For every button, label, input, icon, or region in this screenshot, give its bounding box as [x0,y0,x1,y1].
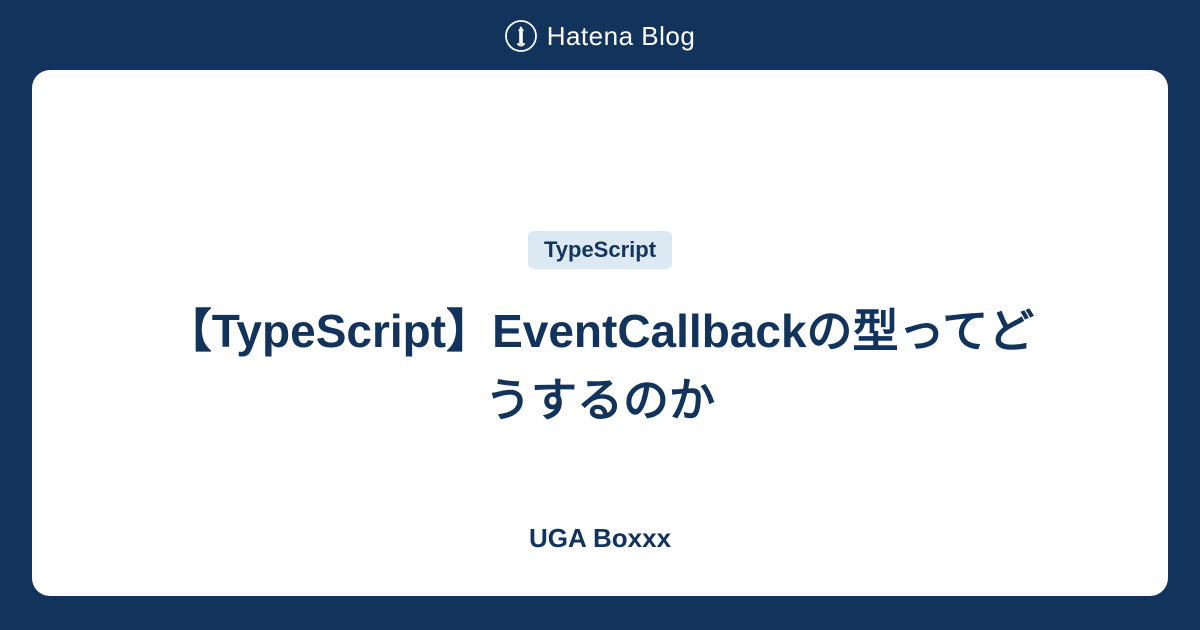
brand-header: Hatena Blog [505,0,696,70]
hatena-logo-icon [505,20,537,52]
brand-name: Hatena Blog [547,21,696,52]
category-tag: TypeScript [528,231,672,269]
article-card: TypeScript 【TypeScript】EventCallbackの型って… [32,70,1168,596]
author-name: UGA Boxxx [529,523,671,554]
article-title: 【TypeScript】EventCallbackの型ってどうするのか [150,297,1050,435]
